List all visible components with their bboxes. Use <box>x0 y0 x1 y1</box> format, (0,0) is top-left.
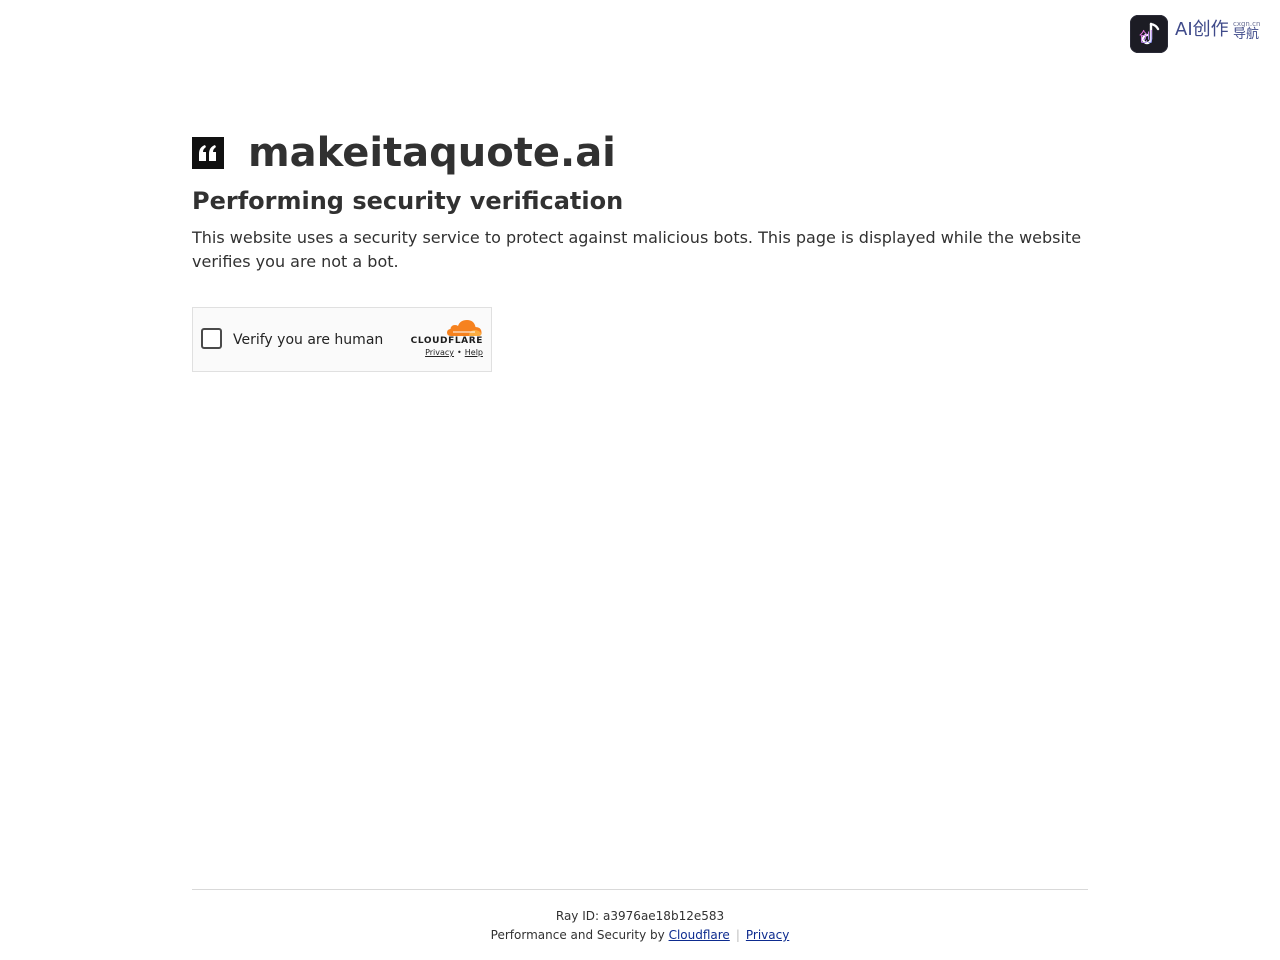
corner-brand-badge[interactable]: 创 AI创作 cxgn.cn 导航 <box>1130 15 1262 53</box>
site-title: makeitaquote.ai <box>248 130 616 176</box>
cloudflare-link[interactable]: Cloudflare <box>669 928 730 942</box>
ray-id-line: Ray ID: a3976ae18b12e583 <box>192 907 1088 926</box>
page-footer: Ray ID: a3976ae18b12e583 Performance and … <box>192 889 1088 945</box>
widget-privacy-link[interactable]: Privacy <box>425 348 454 357</box>
verification-page: 创 AI创作 cxgn.cn 导航 makeitaquote.ai Perfor… <box>0 0 1280 960</box>
performance-text: Performance and Security by <box>490 928 665 942</box>
corner-brand-sub: 导航 <box>1233 27 1260 42</box>
verify-label[interactable]: Verify you are human <box>233 330 383 350</box>
verify-checkbox[interactable] <box>201 328 222 349</box>
cloudflare-brand: CLOUDFLARE Privacy • Help <box>405 319 483 359</box>
main-content: makeitaquote.ai Performing security veri… <box>192 128 1088 372</box>
cloudflare-wordmark: CLOUDFLARE <box>410 336 483 346</box>
widget-links: Privacy • Help <box>425 348 483 358</box>
quote-mark-icon <box>192 137 224 169</box>
widget-help-link[interactable]: Help <box>465 348 483 357</box>
turnstile-widget: Verify you are human CLOUDFLARE Privacy •… <box>192 307 492 372</box>
creation-app-icon: 创 <box>1130 15 1168 53</box>
site-header: makeitaquote.ai <box>192 128 1088 178</box>
page-description: This website uses a security service to … <box>192 228 1082 271</box>
footer-separator: | <box>735 928 740 942</box>
performance-line: Performance and Security by Cloudflare | P… <box>192 926 1088 945</box>
page-heading: Performing security verification <box>192 187 624 215</box>
corner-brand-text: AI创作 cxgn.cn 导航 <box>1175 15 1261 53</box>
widget-link-separator: • <box>457 348 462 357</box>
cloudflare-cloud-icon <box>447 320 482 336</box>
ray-id-label: Ray ID: <box>555 909 600 923</box>
corner-logo-glyph: 创 <box>1139 30 1153 46</box>
footer-privacy-link[interactable]: Privacy <box>746 928 789 942</box>
corner-brand-main: AI创作 <box>1175 19 1229 40</box>
ray-id-value: a3976ae18b12e583 <box>603 909 725 923</box>
